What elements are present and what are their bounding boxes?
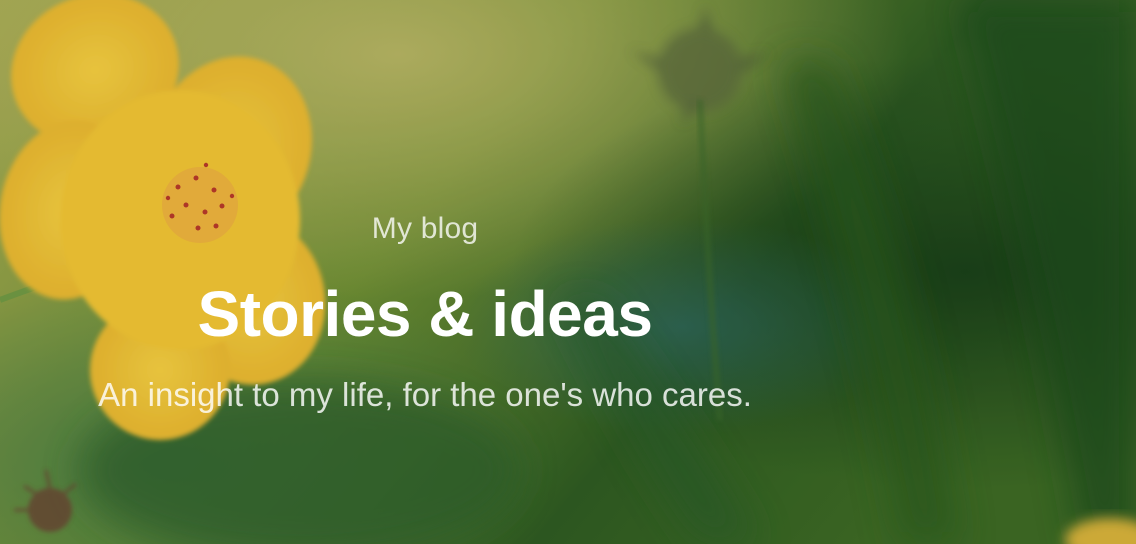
hero-tagline: An insight to my life, for the one's who… — [98, 376, 752, 413]
hero-banner: My blog Stories & ideas An insight to my… — [0, 0, 1136, 544]
hero-title: Stories & ideas — [197, 278, 653, 350]
hero-text-block: My blog Stories & ideas An insight to my… — [0, 0, 850, 544]
blog-eyebrow-label: My blog — [371, 212, 479, 245]
